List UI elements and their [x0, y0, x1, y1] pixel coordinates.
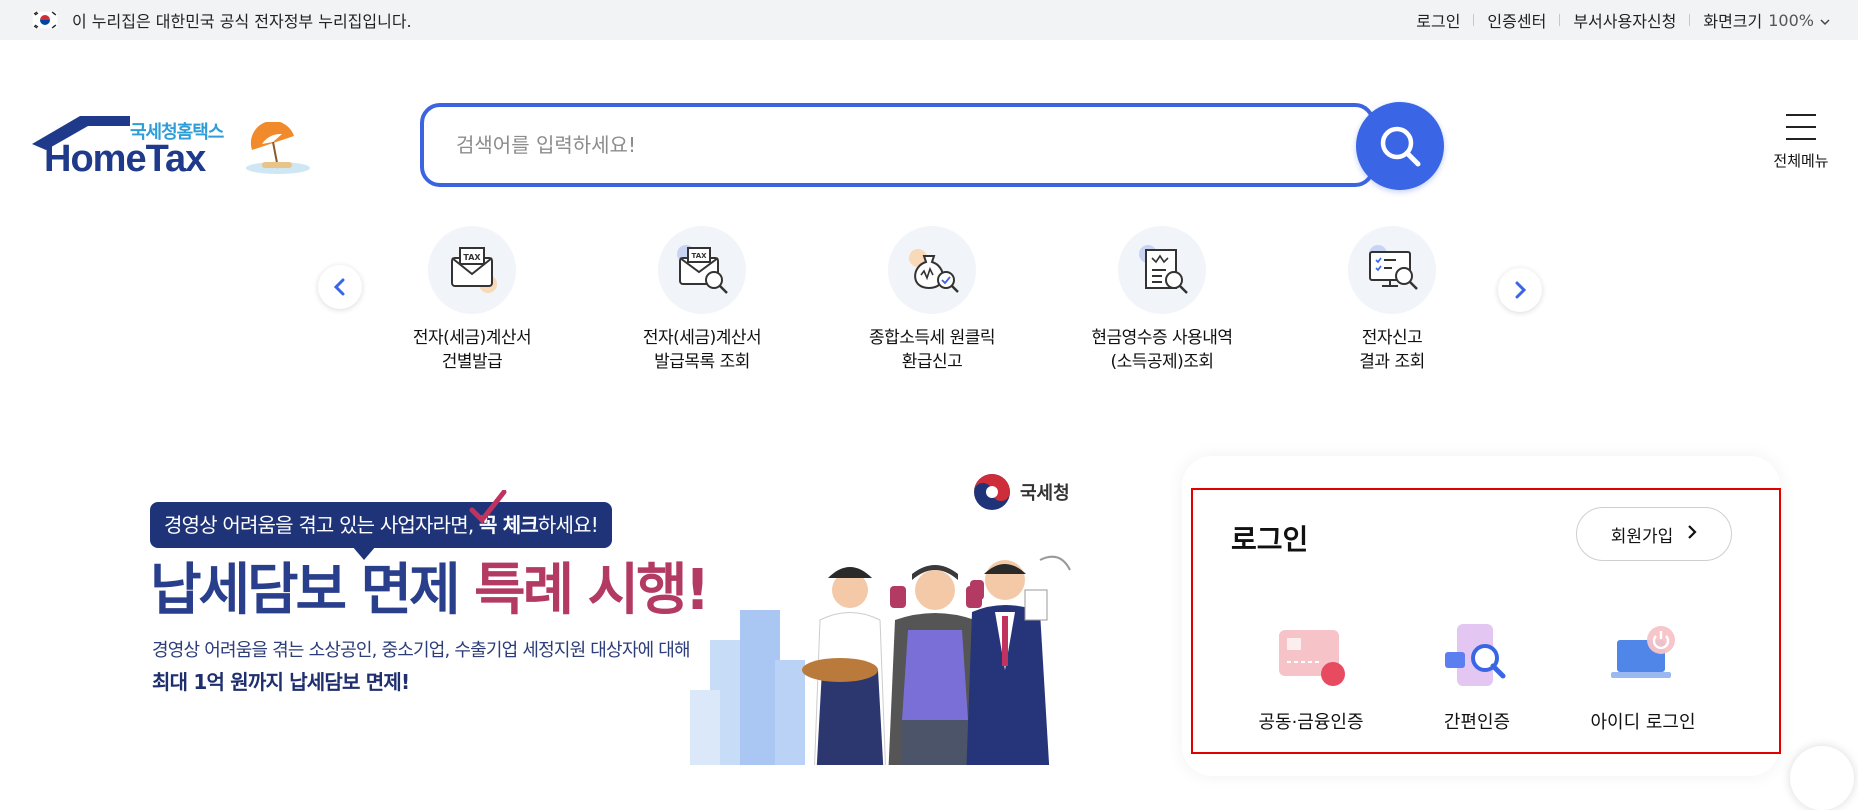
nts-logo: 국세청: [972, 472, 1070, 512]
login-option-label: 아이디 로그인: [1590, 712, 1696, 733]
laptop-power-icon: [1603, 618, 1683, 698]
zoom-control[interactable]: 화면크기 100%: [1703, 8, 1830, 32]
id-login-button[interactable]: 아이디 로그인: [1563, 618, 1723, 734]
gov-notice-text: 이 누리집은 대한민국 공식 전자정부 누리집입니다.: [72, 12, 412, 31]
korea-flag-icon: [31, 10, 59, 30]
top-links: 로그인 인증센터 부서사용자신청 화면크기 100%: [1416, 0, 1830, 40]
zoom-label: 화면크기: [1703, 12, 1763, 31]
quick-menu-label: 현금영수증 사용내역 (소득공제)조회: [1091, 328, 1233, 372]
quick-menu-item[interactable]: 전자신고 결과 조회: [1277, 226, 1507, 374]
search-input[interactable]: [420, 103, 1375, 187]
tax-envelope-icon: TAX: [428, 226, 516, 314]
signup-button[interactable]: 회원가입: [1576, 507, 1732, 561]
carousel-prev-button[interactable]: [318, 265, 362, 309]
divider: [1559, 14, 1561, 26]
simple-auth-icon: [1437, 618, 1517, 698]
dept-user-link[interactable]: 부서사용자신청: [1573, 8, 1676, 32]
chevron-right-icon: [1687, 524, 1697, 545]
quick-menu-item[interactable]: 현금영수증 사용내역 (소득공제)조회: [1047, 226, 1277, 374]
receipt-search-icon: [1118, 226, 1206, 314]
quick-menu-item[interactable]: TAX 전자(세금)계산서 건별발급: [357, 226, 587, 374]
floating-action-button[interactable]: [1790, 746, 1854, 810]
certificate-card-icon: [1271, 618, 1351, 698]
search-area: [420, 103, 1380, 189]
svg-text:TAX: TAX: [691, 252, 707, 260]
quick-menu-label: 전자(세금)계산서 발급목록 조회: [642, 328, 762, 372]
signup-label: 회원가입: [1610, 526, 1674, 547]
chevron-left-icon: [333, 278, 345, 296]
promo-banner[interactable]: 경영상 어려움을 겪고 있는 사업자라면, 꼭 체크하세요! 납세담보 면제 특…: [150, 460, 1110, 765]
chevron-down-icon: [1820, 11, 1830, 30]
zoom-value: 100%: [1768, 10, 1814, 30]
divider: [1473, 14, 1475, 26]
all-menu-button[interactable]: 전체메뉴: [1766, 114, 1836, 171]
promo-subtext: 경영상 어려움을 겪는 소상공인, 중소기업, 수출기업 세정지원 대상자에 대…: [152, 640, 691, 661]
quick-menu-label: 전자신고 결과 조회: [1359, 328, 1425, 372]
taegeuk-logo-icon: [974, 474, 1010, 510]
promo-headline-part2: 특례 시행!: [474, 558, 710, 623]
chevron-right-icon: [1515, 281, 1527, 299]
tax-invoice-search-icon: TAX: [658, 226, 746, 314]
cert-center-link[interactable]: 인증센터: [1487, 8, 1546, 32]
promo-pill-text: 경영상 어려움을 겪고 있는 사업자라면,: [164, 513, 479, 537]
beach-umbrella-icon: [246, 122, 310, 174]
quick-menu-label: 종합소득세 원클릭 환급신고: [868, 328, 996, 372]
promo-headline: 납세담보 면제 특례 시행!: [150, 558, 710, 624]
quick-menu-item[interactable]: TAX 전자(세금)계산서 발급목록 조회: [587, 226, 817, 374]
search-button[interactable]: [1356, 102, 1444, 190]
all-menu-label: 전체메뉴: [1773, 152, 1829, 170]
money-bag-check-icon: [888, 226, 976, 314]
divider: [1689, 14, 1691, 26]
quick-menu-label: 전자(세금)계산서 건별발급: [412, 328, 532, 372]
promo-subtext-bold: 최대 1억 원까지 납세담보 면제!: [152, 670, 410, 694]
login-option-label: 공동·금융인증: [1258, 712, 1364, 733]
joint-cert-login-button[interactable]: 공동·금융인증: [1231, 618, 1391, 734]
hamburger-icon: [1786, 114, 1816, 140]
promo-pill-text-end: 하세요!: [537, 513, 599, 537]
workers-illustration-icon: [690, 555, 1071, 765]
quick-menu-item[interactable]: 종합소득세 원클릭 환급신고: [817, 226, 1047, 374]
promo-headline-part1: 납세담보 면제: [150, 558, 475, 623]
monitor-search-icon: [1348, 226, 1436, 314]
gov-notice-bar: 이 누리집은 대한민국 공식 전자정부 누리집입니다. 로그인 인증센터 부서사…: [0, 0, 1858, 40]
logo-english-text: HomeTax: [44, 138, 206, 180]
simple-auth-login-button[interactable]: 간편인증: [1397, 618, 1557, 734]
nts-logo-text: 국세청: [1020, 483, 1070, 504]
hometax-logo[interactable]: 국세청홈택스 HomeTax: [30, 112, 320, 184]
svg-text:TAX: TAX: [463, 253, 481, 262]
gov-notice: 이 누리집은 대한민국 공식 전자정부 누리집입니다.: [31, 0, 412, 40]
checkmark-icon: [469, 490, 507, 524]
login-option-label: 간편인증: [1443, 712, 1511, 733]
promo-pill: 경영상 어려움을 겪고 있는 사업자라면, 꼭 체크하세요!: [150, 502, 612, 548]
login-box: 로그인 회원가입 공동·금융인증 간편인증 아이디 로그인: [1191, 488, 1781, 754]
search-icon: [1380, 126, 1421, 167]
top-login-link[interactable]: 로그인: [1416, 8, 1460, 32]
login-title: 로그인: [1231, 523, 1309, 556]
